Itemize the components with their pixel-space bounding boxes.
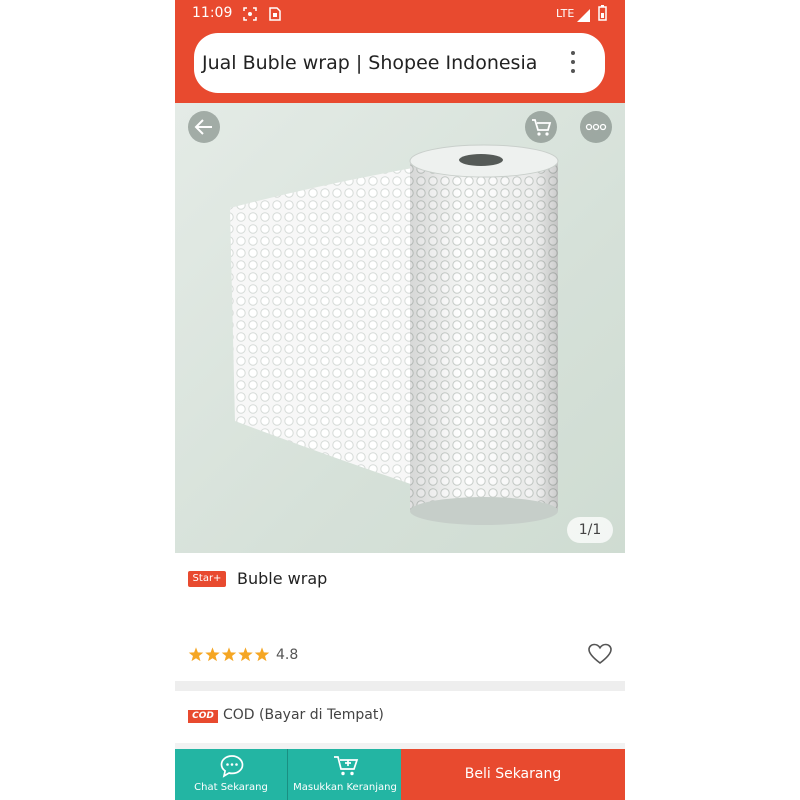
add-cart-icon bbox=[332, 754, 360, 782]
product-name: Buble wrap bbox=[237, 569, 328, 588]
star-plus-badge: Star+ bbox=[188, 571, 226, 587]
screenshot-icon bbox=[243, 6, 257, 25]
network-label: LTE bbox=[556, 7, 575, 20]
bottom-action-bar: Chat Sekarang Masukkan Keranjang Beli Se… bbox=[175, 749, 625, 800]
more-vertical-icon[interactable] bbox=[566, 49, 580, 75]
heart-icon[interactable] bbox=[587, 642, 613, 666]
cod-badge: COD bbox=[188, 710, 218, 723]
page-title[interactable]: Jual Buble wrap | Shopee Indonesia bbox=[202, 52, 537, 74]
star-icon bbox=[254, 647, 270, 662]
status-bar: 11:09 LTE bbox=[175, 0, 625, 28]
back-arrow-icon[interactable] bbox=[188, 111, 220, 143]
star-icon bbox=[238, 647, 253, 662]
bubble-wrap-roll-illustration bbox=[230, 144, 559, 525]
star-icon bbox=[205, 647, 220, 662]
signal-icon bbox=[577, 7, 591, 26]
star-icon bbox=[221, 647, 237, 662]
add-to-cart-label: Masukkan Keranjang bbox=[293, 782, 397, 793]
product-info: Star+ Buble wrap 4.8 bbox=[175, 553, 625, 681]
cart-icon[interactable] bbox=[525, 111, 557, 143]
phone-screen: 11:09 LTE Jual Buble wrap | Shopee Indon… bbox=[175, 0, 625, 800]
chat-icon bbox=[219, 754, 245, 782]
cod-option[interactable]: COD COD (Bayar di Tempat) bbox=[175, 691, 625, 743]
battery-icon bbox=[598, 5, 607, 25]
chat-now-label: Chat Sekarang bbox=[194, 782, 268, 793]
more-horizontal-icon[interactable] bbox=[580, 111, 612, 143]
address-bar[interactable]: Jual Buble wrap | Shopee Indonesia bbox=[194, 33, 605, 93]
image-counter: 1/1 bbox=[567, 517, 613, 543]
add-to-cart-button[interactable]: Masukkan Keranjang bbox=[287, 749, 402, 800]
rating-stars bbox=[188, 647, 270, 663]
browser-toolbar: Jual Buble wrap | Shopee Indonesia bbox=[175, 28, 625, 103]
rating-value: 4.8 bbox=[276, 647, 299, 663]
product-image[interactable]: 1/1 bbox=[175, 103, 625, 553]
buy-now-button[interactable]: Beli Sekarang bbox=[401, 749, 625, 800]
section-divider bbox=[175, 681, 625, 691]
sim-icon bbox=[269, 6, 281, 25]
chat-now-button[interactable]: Chat Sekarang bbox=[175, 749, 287, 800]
star-icon bbox=[188, 647, 204, 662]
cod-label: COD (Bayar di Tempat) bbox=[223, 707, 384, 723]
status-time: 11:09 bbox=[192, 5, 233, 21]
